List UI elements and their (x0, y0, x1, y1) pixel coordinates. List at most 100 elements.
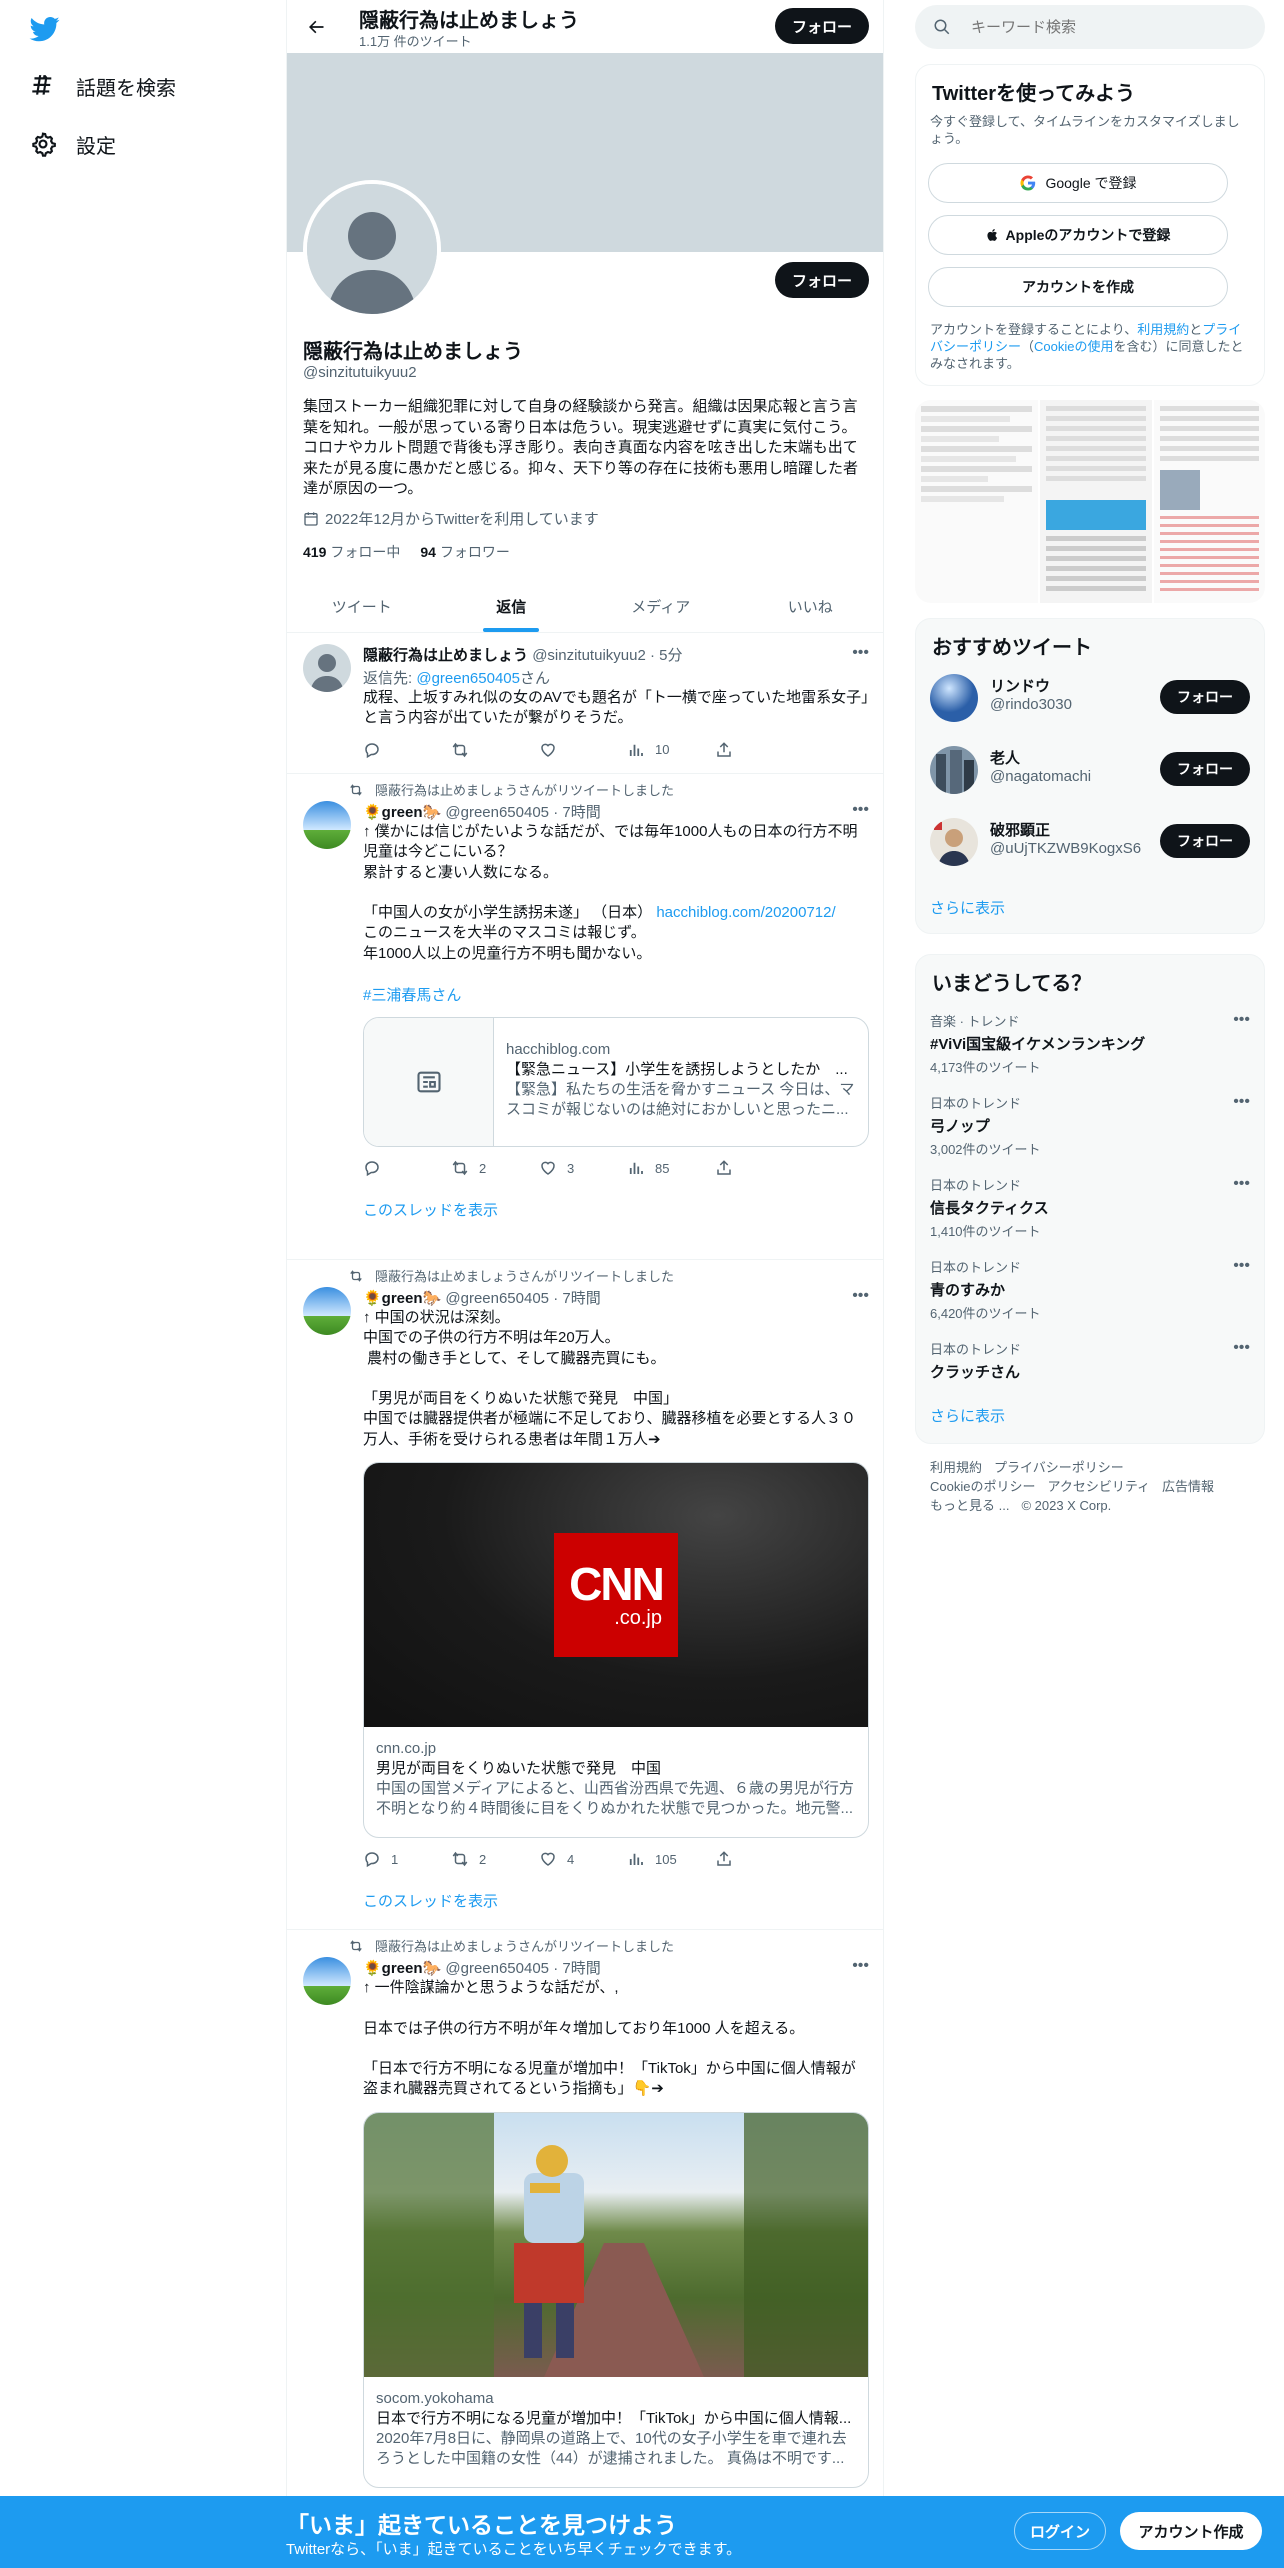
more-icon[interactable]: ••• (1233, 1175, 1250, 1193)
media-thumb[interactable] (1040, 400, 1152, 603)
footer-terms-link[interactable]: 利用規約 (930, 1460, 982, 1475)
cookie-link[interactable]: Cookieの使用 (1034, 339, 1113, 354)
retweet-context: 隠蔽行為は止めましょうさんがリツイートしました (335, 1266, 674, 1285)
views-button[interactable]: 105 (627, 1850, 715, 1868)
signup-button[interactable]: アカウント作成 (1120, 2512, 1262, 2550)
follow-button[interactable]: フォロー (1160, 752, 1250, 786)
share-button[interactable] (715, 1159, 803, 1177)
footer-links: 利用規約 プライバシーポリシー Cookieのポリシー アクセシビリティ 広告情報 も… (930, 1458, 1260, 1515)
retweet-button[interactable]: 2 (451, 1850, 539, 1868)
more-icon[interactable]: ••• (1233, 1257, 1250, 1275)
tweet-link[interactable]: hacchiblog.com/20200712/ (656, 904, 835, 921)
footer-copyright: © 2023 X Corp. (1021, 1498, 1112, 1513)
tab-media[interactable]: メディア (586, 580, 736, 632)
media-thumb[interactable] (1153, 400, 1265, 603)
retweet-button[interactable]: 2 (451, 1159, 539, 1177)
gear-icon (28, 129, 58, 159)
more-icon[interactable]: ••• (1233, 1011, 1250, 1029)
link-card[interactable]: socom.yokohama 日本で行方不明になる児童が増加中！「TikTok」… (363, 2111, 869, 2488)
link-card[interactable]: CNN .co.jp cnn.co.jp 男児が両目をくりぬいた状態で発見 中国… (363, 1462, 869, 1839)
like-button[interactable]: 4 (539, 1850, 627, 1868)
footer-accessibility-link[interactable]: アクセシビリティ (1047, 1479, 1150, 1494)
tab-tweets[interactable]: ツイート (287, 580, 437, 632)
like-button[interactable]: 3 (539, 1159, 627, 1177)
views-button[interactable]: 10 (627, 741, 715, 759)
media-gallery[interactable] (915, 400, 1265, 603)
trend-item[interactable]: 日本のトレンド 青のすみか 6,420件のツイート ••• (930, 1257, 1250, 1322)
reply-button[interactable] (363, 1159, 451, 1177)
profile-tabs: ツイート 返信 メディア いいね (287, 580, 884, 633)
tweet-body: 🌻green🐎 @green650405 · 7時間 ↑ 僕かには信じがたいよう… (363, 801, 869, 1220)
trend-item[interactable]: 日本のトレンド クラッチさん ••• (930, 1339, 1250, 1382)
profile-avatar[interactable] (303, 180, 441, 318)
hashtag-link[interactable]: #三浦春馬さん (363, 987, 461, 1004)
suggested-user-avatar[interactable] (930, 746, 978, 794)
follow-button[interactable]: フォロー (1160, 680, 1250, 714)
trend-item[interactable]: 音楽 · トレンド #ViVi国宝級イケメンランキング 4,173件のツイート ••… (930, 1011, 1250, 1076)
bottom-bar-subtitle: Twitterなら、「いま」起きていることをいち早くチェックできます。 (286, 2541, 742, 2558)
more-icon[interactable]: ••• (852, 1287, 869, 1305)
show-more-link[interactable]: さらに表示 (930, 1405, 1005, 1426)
more-icon[interactable]: ••• (1233, 1093, 1250, 1111)
reply-to: 返信先: @green650405さん (363, 670, 551, 687)
tweet-avatar[interactable] (303, 1287, 351, 1335)
back-arrow-icon[interactable] (301, 12, 331, 42)
followers-link[interactable]: 94 フォロワー (420, 542, 510, 562)
views-button[interactable]: 85 (627, 1159, 715, 1177)
suggested-user-avatar[interactable] (930, 674, 978, 722)
apple-signup-button[interactable]: Appleのアカウントで登録 (928, 215, 1228, 255)
more-icon[interactable]: ••• (852, 801, 869, 819)
suggested-user[interactable]: リンドウ @rindo3030 フォロー (930, 670, 1250, 726)
tweet-avatar[interactable] (303, 801, 351, 849)
trend-item[interactable]: 日本のトレンド 弓ノップ 3,002件のツイート ••• (930, 1093, 1250, 1158)
suggested-user-avatar[interactable] (930, 818, 978, 866)
terms-link[interactable]: 利用規約 (1137, 322, 1189, 337)
like-button[interactable] (539, 741, 627, 759)
signup-panel: Twitterを使ってみよう 今すぐ登録して、タイムラインをカスタマイズしましょ… (915, 64, 1265, 386)
more-icon[interactable]: ••• (852, 644, 869, 662)
more-icon[interactable]: ••• (1233, 1339, 1250, 1357)
reply-button[interactable] (363, 741, 451, 759)
following-link[interactable]: 419 フォロー中 (303, 542, 400, 562)
google-signup-button[interactable]: Google で登録 (928, 163, 1228, 203)
twitter-logo-icon[interactable] (28, 14, 62, 44)
reply-to-link[interactable]: @green650405 (416, 670, 520, 687)
trend-item[interactable]: 日本のトレンド 信長タクティクス 1,410件のツイート ••• (930, 1175, 1250, 1240)
share-button[interactable] (715, 1850, 803, 1868)
create-account-button[interactable]: アカウントを作成 (928, 267, 1228, 307)
media-thumb[interactable] (915, 400, 1039, 603)
more-icon[interactable]: ••• (852, 1957, 869, 1975)
tab-replies[interactable]: 返信 (437, 580, 587, 632)
search-box[interactable] (915, 5, 1265, 49)
show-more-link[interactable]: さらに表示 (930, 897, 1005, 918)
footer-cookie-link[interactable]: Cookieのポリシー (930, 1479, 1035, 1494)
show-thread-link[interactable]: このスレッドを表示 (363, 1199, 869, 1220)
tweet[interactable]: 隠蔽行為は止めましょうさんがリツイートしました 🌻green🐎 @green65… (287, 775, 883, 1260)
footer-ads-link[interactable]: 広告情報 (1162, 1479, 1214, 1494)
link-card[interactable]: hacchiblog.com 【緊急ニュース】小学生を誘拐しようとしたか ...… (363, 1017, 869, 1148)
profile-follow-button[interactable]: フォロー (775, 262, 869, 298)
show-thread-link[interactable]: このスレッドを表示 (363, 1890, 869, 1911)
tweet-avatar[interactable] (303, 1957, 351, 2005)
footer-more-link[interactable]: もっと見る ... (930, 1498, 1009, 1513)
card-text: socom.yokohama 日本で行方不明になる児童が増加中！「TikTok」… (376, 2389, 852, 2467)
tab-likes[interactable]: いいね (736, 580, 884, 632)
share-button[interactable] (715, 741, 803, 759)
reply-button[interactable]: 1 (363, 1850, 451, 1868)
suggested-user[interactable]: 老人 @nagatomachi フォロー (930, 742, 1250, 798)
tweet[interactable]: 隠蔽行為は止めましょうさんがリツイートしました 🌻green🐎 @green65… (287, 1261, 883, 1930)
follow-button[interactable]: フォロー (1160, 824, 1250, 858)
search-input[interactable] (971, 18, 1231, 36)
nav-settings[interactable]: 設定 (28, 124, 116, 164)
header-title: 隠蔽行為は止めましょう (359, 10, 579, 32)
login-button[interactable]: ログイン (1014, 2512, 1106, 2550)
footer-privacy-link[interactable]: プライバシーポリシー (994, 1460, 1124, 1475)
tweet-avatar[interactable] (303, 644, 351, 692)
profile-joined: 2022年12月からTwitterを利用しています (303, 508, 599, 529)
nav-explore[interactable]: 話題を検索 (28, 66, 176, 106)
header-follow-button[interactable]: フォロー (775, 8, 869, 44)
retweet-button[interactable] (451, 741, 539, 759)
tweet[interactable]: 隠蔽行為は止めましょう @sinzitutuikyuu2 · 5分 返信先: @… (287, 634, 883, 774)
tweet[interactable]: 隠蔽行為は止めましょうさんがリツイートしました 🌻green🐎 @green65… (287, 1931, 883, 2568)
suggested-user[interactable]: 破邪顕正 @uUjTKZWB9KogxS6 フォロー (930, 814, 1250, 870)
